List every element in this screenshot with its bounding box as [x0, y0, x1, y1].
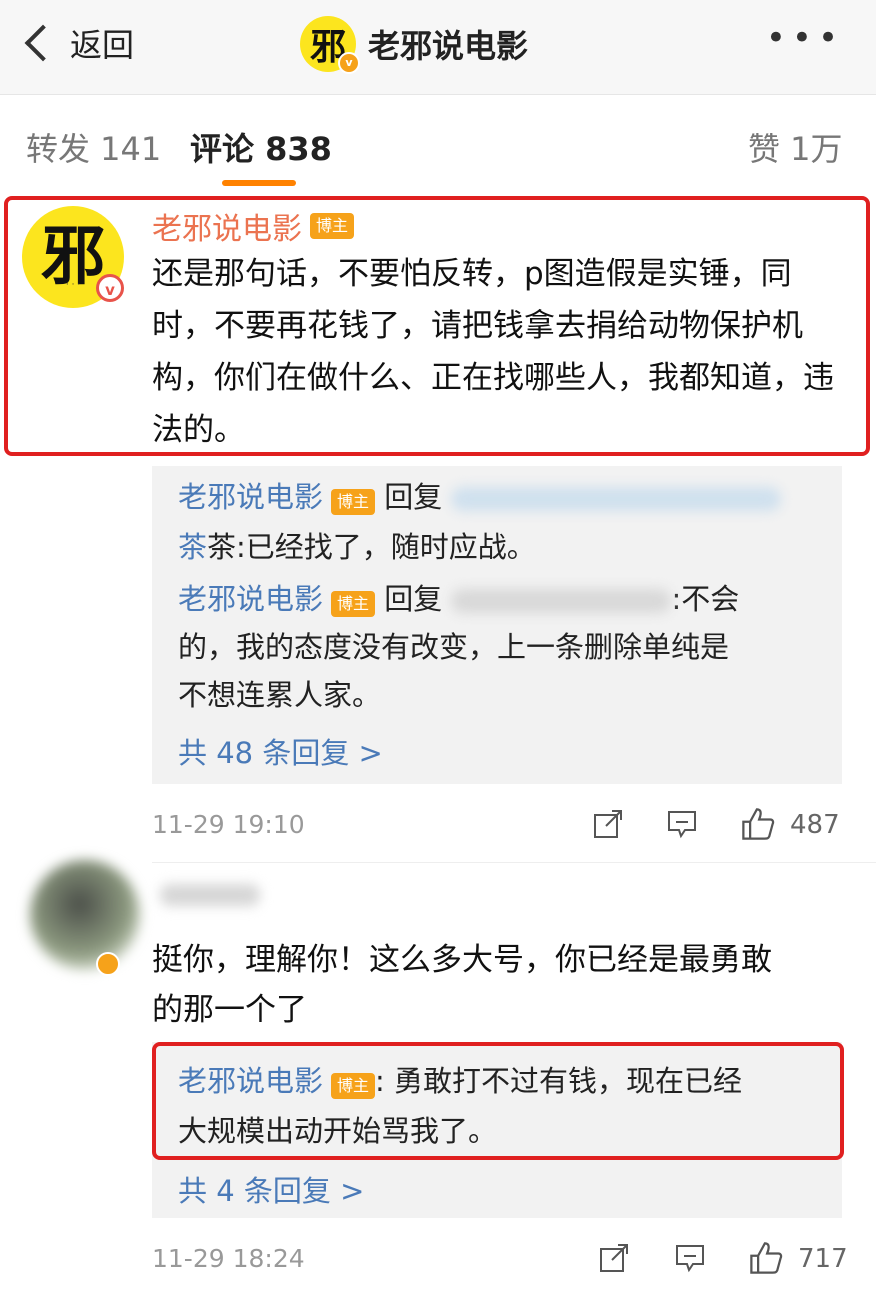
comment-time: 11-29 19:10: [152, 810, 305, 839]
nav-title-group[interactable]: 邪 v 老邪说电影: [300, 16, 529, 74]
reply-1-text: 茶茶:已经找了，随时应战。: [178, 522, 536, 572]
share-icon[interactable]: [592, 808, 624, 840]
verified-icon: v: [96, 274, 124, 302]
divider: [152, 862, 876, 863]
reply-action: 回复: [384, 582, 443, 616]
blogger-badge: 博主: [331, 1073, 376, 1099]
comment-avatar[interactable]: 邪 · · · v: [22, 206, 124, 308]
reply-2-text-line: 的，我的态度没有改变，上一条删除单纯是: [178, 630, 730, 664]
nav-title: 老邪说电影: [368, 27, 529, 65]
reply-author[interactable]: 老邪说电影: [178, 480, 323, 514]
comment-text-line: 挺你，理解你！这么多大号，你已经是最勇敢: [152, 942, 772, 978]
tab-comments[interactable]: 评论 838: [190, 124, 332, 170]
active-tab-indicator: [222, 180, 296, 186]
reply-2-text-line: 不想连累人家。: [178, 678, 382, 712]
like-count: 487: [790, 810, 840, 840]
back-label: 返回: [70, 26, 135, 64]
comment-avatar[interactable]: [30, 860, 140, 970]
more-replies-link[interactable]: 共 4 条回复 >: [178, 1168, 364, 1210]
blogger-badge: 博主: [331, 489, 376, 515]
reply-text-line: 大规模出动开始骂我了。: [178, 1114, 498, 1148]
comment-text: 还是那句话，不要怕反转，p图造假是实锤，同时，不要再花钱了，请把钱拿去捐给动物保…: [152, 256, 834, 448]
reply-target: 茶: [178, 530, 208, 564]
blurred-username: [160, 884, 260, 906]
tab-likes[interactable]: 赞 1万: [748, 124, 843, 170]
blogger-badge: 博主: [331, 591, 376, 617]
back-button[interactable]: 返回: [18, 20, 134, 66]
verified-icon: [96, 952, 120, 976]
more-options-icon[interactable]: •••: [766, 21, 844, 55]
comment-text-line: 的那一个了: [152, 992, 307, 1028]
comment-time: 11-29 18:24: [152, 1244, 305, 1273]
reply-2-header: 老邪说电影 博主 回复 :不会: [178, 574, 739, 624]
like-icon[interactable]: [740, 806, 776, 842]
reply-1-header: 老邪说电影 博主 回复: [178, 472, 782, 522]
blurred-username: [451, 589, 672, 613]
reply-text-start: :不会: [671, 582, 740, 616]
reply-author[interactable]: 老邪说电影: [178, 582, 323, 616]
blurred-username: [451, 487, 782, 511]
share-icon[interactable]: [598, 1242, 630, 1274]
tab-reposts[interactable]: 转发 141: [26, 124, 161, 170]
author-name: 老邪说电影: [152, 212, 302, 247]
comment-author[interactable]: 老邪说电影 博主: [152, 204, 355, 248]
reply-text: : 勇敢打不过有钱，现在已经: [375, 1064, 743, 1098]
reply-author[interactable]: 老邪说电影: [178, 1064, 323, 1098]
reply-action: 回复: [384, 480, 443, 514]
comment-icon[interactable]: [666, 808, 698, 840]
verified-icon: v: [338, 52, 360, 74]
like-icon[interactable]: [748, 1240, 784, 1276]
like-count: 717: [798, 1244, 848, 1274]
chevron-left-icon: [24, 24, 62, 62]
blogger-badge: 博主: [310, 213, 355, 239]
reply-text: 茶:已经找了，随时应战。: [207, 530, 536, 564]
account-avatar: 邪 v: [300, 16, 360, 74]
comment-icon[interactable]: [674, 1242, 706, 1274]
more-replies-link[interactable]: 共 48 条回复 >: [178, 730, 383, 772]
reply-header: 老邪说电影 博主: 勇敢打不过有钱，现在已经: [178, 1056, 742, 1106]
